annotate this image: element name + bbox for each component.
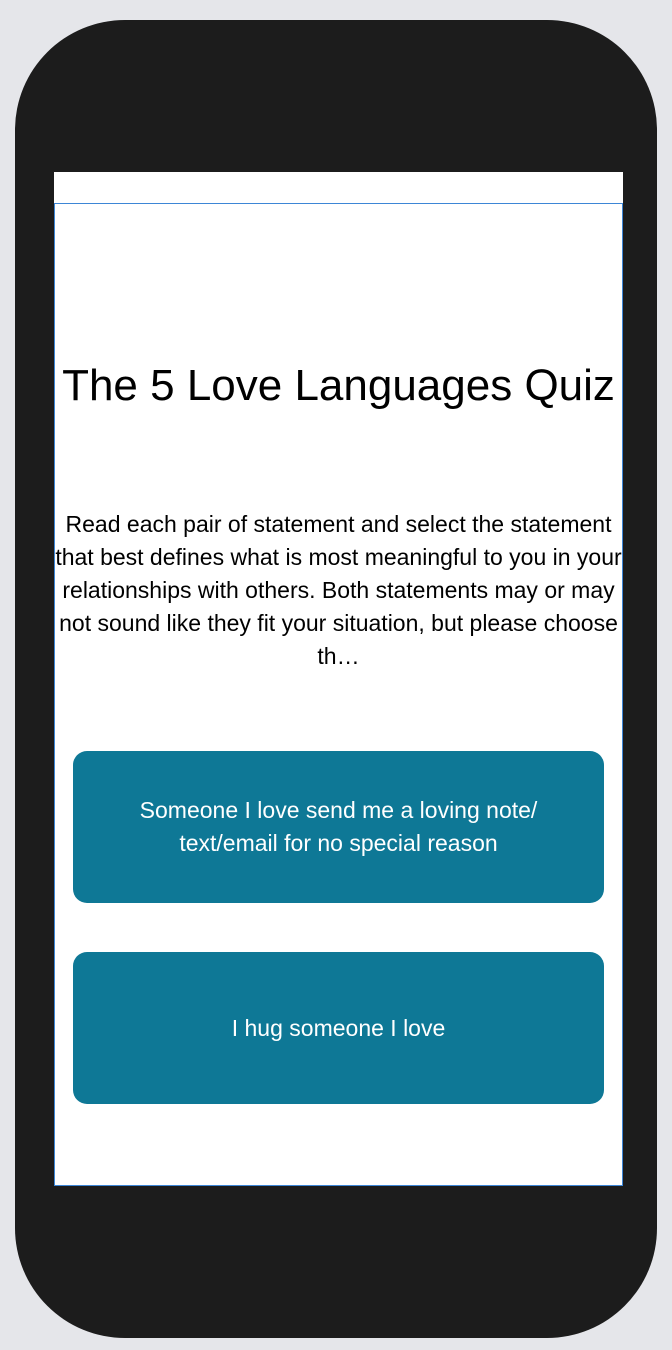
quiz-title: The 5 Love Languages Quiz: [62, 361, 615, 410]
answer-option-2-button[interactable]: I hug someone I love: [73, 952, 604, 1104]
answer-option-1-button[interactable]: Someone I love send me a loving note/ te…: [73, 751, 604, 903]
status-bar: [54, 172, 623, 204]
quiz-description: Read each pair of statement and select t…: [55, 511, 622, 669]
answer-option-1-label: Someone I love send me a loving note/ te…: [139, 797, 538, 856]
quiz-screen: The 5 Love Languages Quiz Read each pair…: [54, 203, 623, 1186]
answer-option-2-label: I hug someone I love: [231, 1014, 446, 1041]
